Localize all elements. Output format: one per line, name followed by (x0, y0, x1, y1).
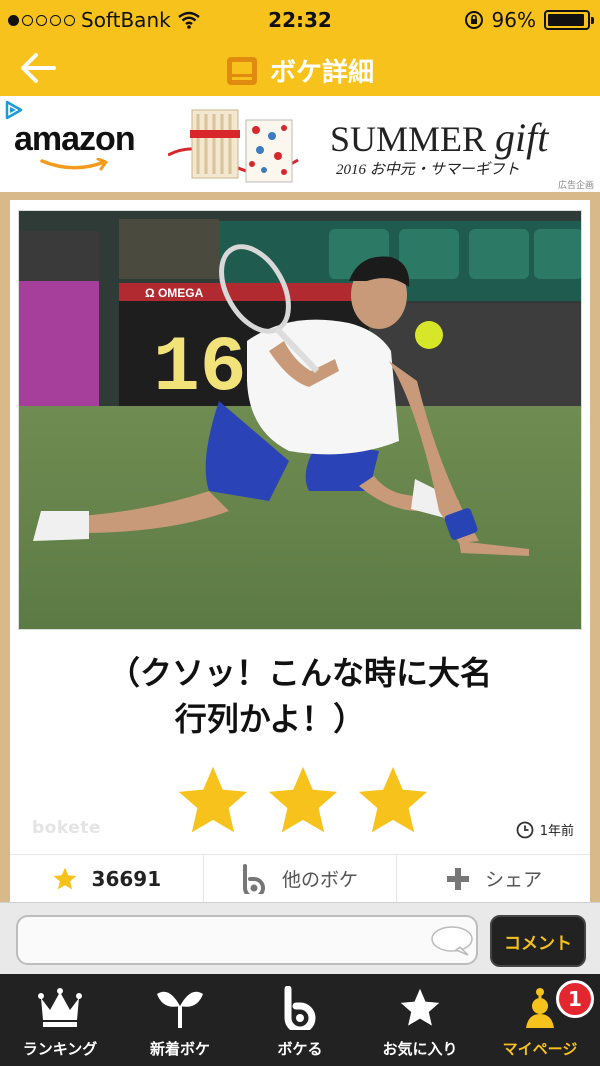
rating-star-icon (178, 766, 248, 833)
comment-bar: コメント (0, 902, 600, 974)
star-count: 36691 (91, 866, 162, 891)
boke-caption: （クソッ！こんな時に大名 行列かよ！） (10, 650, 590, 742)
user-icon (526, 988, 554, 1028)
tennis-photo: Ω OMEGA 16 (19, 211, 581, 629)
ad-subline: 2016 お中元・サマーギフト (336, 162, 520, 178)
clock-icon (516, 821, 534, 838)
photo-scoreboard-text: 16 (153, 325, 247, 413)
tab-bar: ランキング 新着ボケ ボケる お気に入り マイページ 1 (0, 974, 600, 1066)
tab-new-bokes[interactable]: 新着ボケ (120, 974, 240, 1066)
comment-input[interactable] (16, 915, 478, 965)
page-title: ボケ詳細 (269, 58, 374, 88)
notification-badge: 1 (556, 980, 594, 1018)
status-right: 96% (464, 8, 594, 32)
ad-headline-main: SUMMER (330, 119, 487, 159)
ad-headline-script: gift (495, 115, 549, 160)
post-actions: 36691 他のボケ シェア (10, 855, 590, 902)
crown-icon (38, 988, 82, 1027)
status-bar: SoftBank 22:32 96% (0, 0, 600, 40)
rotation-lock-icon (464, 11, 483, 29)
rating-star-icon (358, 766, 428, 833)
sprout-icon (157, 991, 203, 1028)
ad-brand: amazon (14, 120, 136, 158)
ad-headline: SUMMER gift (330, 114, 548, 161)
bokete-b-icon (243, 863, 265, 894)
star-icon (53, 867, 76, 889)
star-count-button[interactable]: 36691 (10, 855, 203, 902)
boke-card: Ω OMEGA 16 （クソッ！こんな時に大名 行列かよ！） bokete 1年… (10, 200, 590, 902)
battery-percent: 96% (491, 8, 536, 32)
rating-star-icon (268, 766, 338, 833)
caption-line-2: 行列かよ！） (174, 700, 366, 738)
tab-ranking[interactable]: ランキング (0, 974, 120, 1066)
tab-label: 新着ボケ (149, 1040, 210, 1058)
boke-photo[interactable]: Ω OMEGA 16 (18, 210, 582, 630)
tab-my-page[interactable]: マイページ 1 (480, 974, 600, 1066)
posted-ago: 1年前 (539, 824, 574, 839)
comment-submit-button[interactable]: コメント (490, 915, 586, 967)
share-label: シェア (485, 869, 543, 891)
tab-favorites[interactable]: お気に入り (360, 974, 480, 1066)
post-time: 1年前 (516, 820, 574, 839)
amazon-smile-logo (40, 158, 108, 171)
nav-title-group: ボケ詳細 (0, 52, 600, 89)
ad-label: 広告企画 (557, 181, 594, 191)
ad-banner[interactable]: amazon SUMMER gift 2016 お中元・サマーギフト 広告企画 (0, 96, 600, 192)
bokete-watermark: bokete (32, 818, 101, 838)
rating-stars (174, 762, 432, 840)
caption-line-1: （クソッ！こんな時に大名 (107, 654, 492, 692)
tab-label: ランキング (22, 1040, 98, 1058)
star-icon (400, 988, 440, 1026)
monitor-icon (226, 56, 257, 85)
photo-brand-text: Ω OMEGA (145, 286, 204, 300)
adchoices-icon[interactable] (4, 100, 24, 120)
tab-label: マイページ (502, 1040, 578, 1058)
share-button[interactable]: シェア (396, 855, 590, 902)
tab-label: ボケる (277, 1040, 323, 1058)
speech-bubble-icon (431, 926, 473, 956)
plus-icon (447, 867, 470, 890)
gift-boxes-illustration (168, 109, 299, 183)
tab-post-boke[interactable]: ボケる (240, 974, 360, 1066)
bokete-b-icon (284, 986, 316, 1030)
navigation-bar: ボケ詳細 (0, 40, 600, 96)
other-bokes-button[interactable]: 他のボケ (202, 855, 397, 902)
other-bokes-label: 他のボケ (282, 869, 359, 891)
tab-label: お気に入り (382, 1040, 458, 1058)
battery-icon (544, 10, 594, 30)
